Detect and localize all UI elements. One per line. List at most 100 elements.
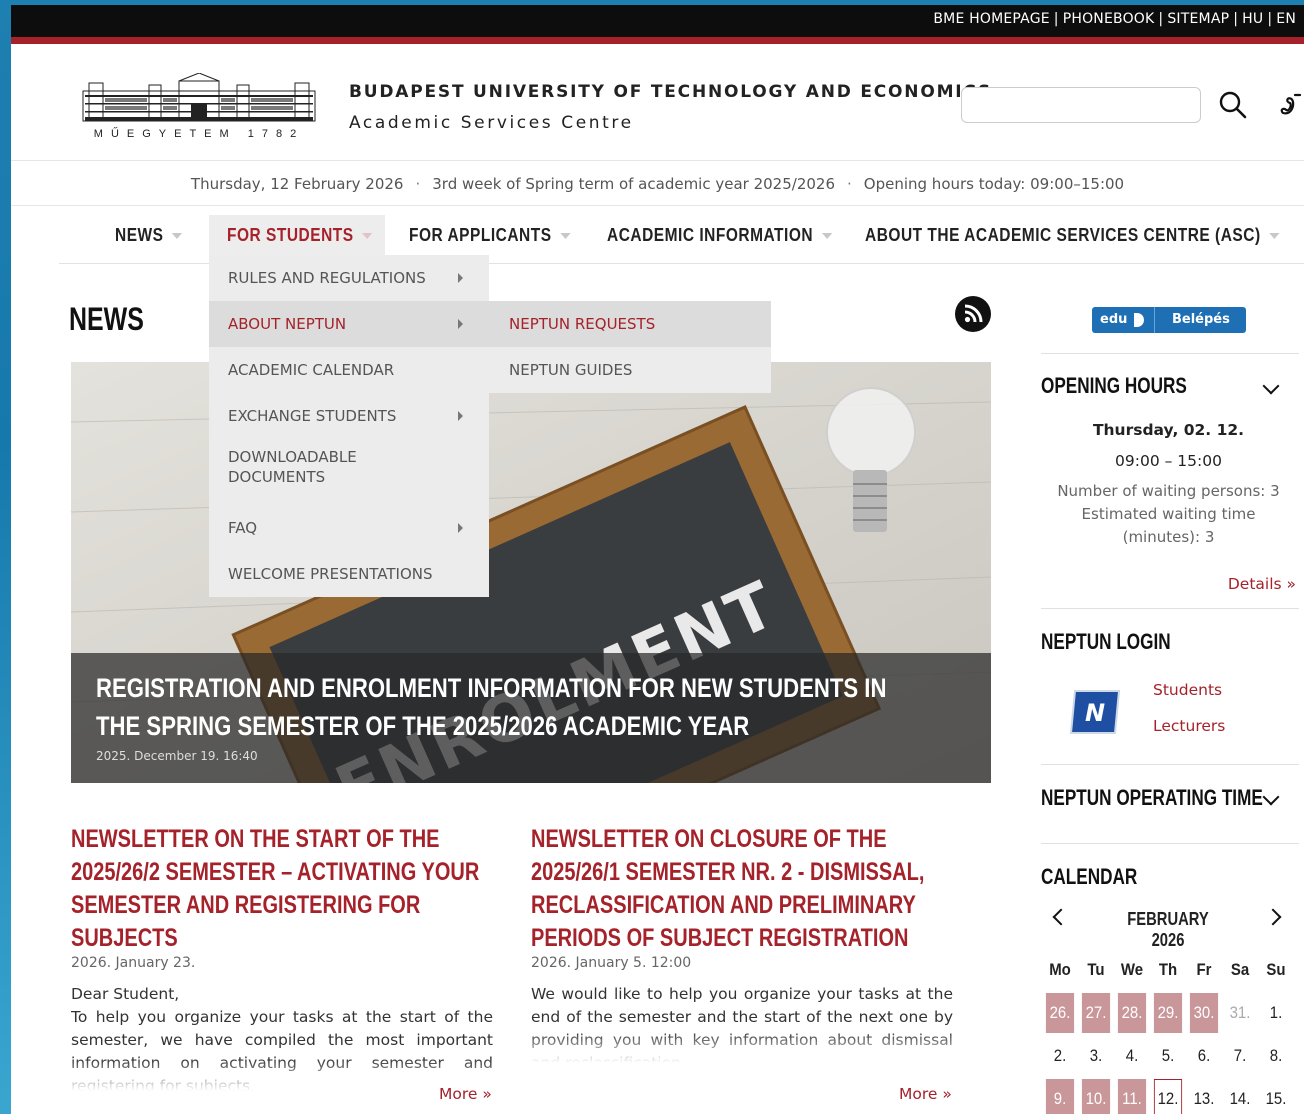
article-1-salutation: Dear Student, bbox=[71, 985, 180, 1003]
dd-exchange-students[interactable]: EXCHANGE STUDENTS bbox=[209, 393, 489, 439]
article-1-date: 2026. January 23. bbox=[71, 955, 196, 971]
calendar-day[interactable]: 4. bbox=[1118, 1036, 1146, 1076]
dd-welcome-presentations[interactable]: WELCOME PRESENTATIONS bbox=[209, 551, 489, 597]
term-week: 3rd week of Spring term of academic year… bbox=[432, 175, 835, 193]
eduid-logo-icon bbox=[1134, 313, 1144, 327]
university-logo[interactable]: MŰEGYETEM 1782 bbox=[79, 72, 319, 141]
article-1-title[interactable]: NEWSLETTER ON THE START OF THE 2025/26/2… bbox=[71, 823, 493, 955]
calendar-day[interactable]: 3. bbox=[1082, 1036, 1110, 1076]
article-1-more-link[interactable]: More » bbox=[439, 1085, 492, 1103]
opening-day: Thursday, 02. 12. bbox=[1092, 421, 1245, 439]
calendar-day[interactable]: 10. bbox=[1081, 1079, 1111, 1114]
about-neptun-submenu: NEPTUN REQUESTS NEPTUN GUIDES bbox=[489, 301, 771, 393]
hero-date: 2025. December 19. 16:40 bbox=[96, 749, 258, 763]
sub-neptun-guides[interactable]: NEPTUN GUIDES bbox=[489, 347, 771, 393]
calendar-title: CALENDAR bbox=[1041, 864, 1138, 889]
article-2-title[interactable]: NEWSLETTER ON CLOSURE OF THE 2025/26/1 S… bbox=[531, 823, 953, 955]
info-line: Thursday, 12 February 2026 · 3rd week of S… bbox=[11, 160, 1304, 206]
calendar-weekday: Su bbox=[1266, 960, 1286, 979]
calendar-day[interactable]: 7. bbox=[1226, 1036, 1254, 1076]
divider bbox=[1041, 843, 1299, 844]
calendar-day[interactable]: 12. bbox=[1153, 1079, 1183, 1114]
calendar-day[interactable]: 8. bbox=[1262, 1036, 1290, 1076]
calendar-weekday: Tu bbox=[1087, 960, 1105, 979]
calendar-day[interactable]: 2. bbox=[1046, 1036, 1074, 1076]
neptun-logo-icon: N bbox=[1069, 687, 1125, 737]
eduid-login-button[interactable]: edu Belépés bbox=[1092, 307, 1246, 333]
link-bme-homepage[interactable]: BME HOMEPAGE bbox=[933, 11, 1049, 27]
dd-rules-and-regulations[interactable]: RULES AND REGULATIONS bbox=[209, 255, 489, 301]
link-lang-hu[interactable]: HU bbox=[1242, 11, 1263, 27]
calendar-next-icon[interactable] bbox=[1264, 908, 1282, 926]
dd-about-neptun[interactable]: ABOUT NEPTUN bbox=[209, 301, 489, 347]
rss-icon[interactable] bbox=[955, 296, 991, 332]
dd-downloadable-documents[interactable]: DOWNLOADABLE DOCUMENTS bbox=[209, 447, 489, 493]
opening-hours-title: OPENING HOURS bbox=[1041, 373, 1187, 398]
dd-faq[interactable]: FAQ bbox=[209, 505, 489, 551]
caret-down-icon bbox=[1269, 233, 1280, 240]
svg-text:N: N bbox=[1085, 699, 1105, 727]
waiting-time: Estimated waiting time (minutes): 3 bbox=[1081, 505, 1256, 546]
calendar-day[interactable]: 29. bbox=[1153, 993, 1183, 1033]
caret-down-icon bbox=[362, 233, 373, 240]
link-lang-en[interactable]: EN bbox=[1276, 11, 1296, 27]
chevron-down-icon[interactable] bbox=[1262, 377, 1280, 395]
chevron-down-icon[interactable] bbox=[1262, 788, 1280, 806]
sub-neptun-requests[interactable]: NEPTUN REQUESTS bbox=[489, 301, 771, 347]
opening-details-link[interactable]: Details » bbox=[1228, 575, 1296, 593]
hero-caption: REGISTRATION AND ENROLMENT INFORMATION F… bbox=[71, 653, 991, 783]
dd-academic-calendar[interactable]: ACADEMIC CALENDAR bbox=[209, 347, 489, 393]
unit-name: Academic Services Centre bbox=[349, 113, 634, 133]
nav-news[interactable]: NEWS bbox=[115, 207, 183, 263]
calendar-day[interactable]: 15. bbox=[1262, 1079, 1290, 1114]
caret-down-icon bbox=[560, 233, 571, 240]
calendar-day[interactable]: 13. bbox=[1190, 1079, 1218, 1114]
opening-hours-value: 09:00 – 15:00 bbox=[1115, 452, 1222, 470]
calendar-day[interactable]: 1. bbox=[1262, 993, 1290, 1033]
nav-academic-information[interactable]: ACADEMIC INFORMATION bbox=[607, 207, 833, 263]
neptun-operating-title: NEPTUN OPERATING TIME bbox=[1041, 785, 1263, 810]
calendar-day[interactable]: 6. bbox=[1190, 1036, 1218, 1076]
calendar-day[interactable]: 11. bbox=[1117, 1079, 1147, 1114]
caret-right-icon bbox=[458, 523, 463, 533]
opening-hours-today: Opening hours today: 09:00–15:00 bbox=[863, 175, 1125, 193]
calendar-day[interactable]: 28. bbox=[1117, 993, 1147, 1033]
calendar-day[interactable]: 30. bbox=[1189, 993, 1219, 1033]
article-2-more-link[interactable]: More » bbox=[899, 1085, 952, 1103]
calendar-day[interactable]: 9. bbox=[1045, 1079, 1075, 1114]
caret-right-icon bbox=[458, 273, 463, 283]
calendar-day[interactable]: 14. bbox=[1226, 1079, 1254, 1114]
for-students-dropdown: RULES AND REGULATIONS ABOUT NEPTUN ACADE… bbox=[209, 255, 489, 597]
neptun-students-link[interactable]: Students bbox=[1153, 681, 1222, 699]
calendar-weekday: Th bbox=[1158, 960, 1178, 979]
top-accent-stripe bbox=[11, 37, 1304, 44]
article-1-text: To help you organize your tasks at the s… bbox=[71, 1008, 493, 1091]
calendar-day[interactable]: 26. bbox=[1045, 993, 1075, 1033]
link-phonebook[interactable]: PHONEBOOK bbox=[1063, 11, 1155, 27]
hero-title[interactable]: REGISTRATION AND ENROLMENT INFORMATION F… bbox=[96, 669, 916, 745]
current-date: Thursday, 12 February 2026 bbox=[190, 175, 404, 193]
caret-right-icon bbox=[458, 319, 463, 329]
calendar-day[interactable]: 5. bbox=[1154, 1036, 1182, 1076]
phone-icon[interactable] bbox=[1273, 89, 1304, 121]
calendar-day[interactable]: 31. bbox=[1226, 993, 1254, 1033]
neptun-login-title: NEPTUN LOGIN bbox=[1041, 629, 1171, 654]
neptun-lecturers-link[interactable]: Lecturers bbox=[1153, 717, 1225, 735]
calendar-weekday: Mo bbox=[1049, 960, 1071, 979]
nav-about-asc[interactable]: ABOUT THE ACADEMIC SERVICES CENTRE (ASC) bbox=[865, 207, 1280, 263]
news-article-1: NEWSLETTER ON THE START OF THE 2025/26/2… bbox=[71, 823, 493, 1091]
article-2-date: 2026. January 5. 12:00 bbox=[531, 955, 692, 971]
top-links: BME HOMEPAGE | PHONEBOOK | SITEMAP | HU | EN bbox=[933, 11, 1296, 27]
calendar-day[interactable]: 27. bbox=[1081, 993, 1111, 1033]
search-input[interactable] bbox=[961, 87, 1201, 123]
search-icon[interactable] bbox=[1217, 89, 1249, 121]
news-heading: NEWS bbox=[69, 301, 144, 337]
caret-down-icon bbox=[172, 233, 183, 240]
caret-down-icon bbox=[821, 233, 833, 240]
divider bbox=[1041, 764, 1299, 765]
link-sitemap[interactable]: SITEMAP bbox=[1167, 11, 1229, 27]
calendar-prev-icon[interactable] bbox=[1052, 908, 1070, 926]
news-article-2: NEWSLETTER ON CLOSURE OF THE 2025/26/1 S… bbox=[531, 823, 953, 1063]
calendar-weekday: We bbox=[1120, 960, 1144, 979]
divider bbox=[1041, 353, 1299, 354]
